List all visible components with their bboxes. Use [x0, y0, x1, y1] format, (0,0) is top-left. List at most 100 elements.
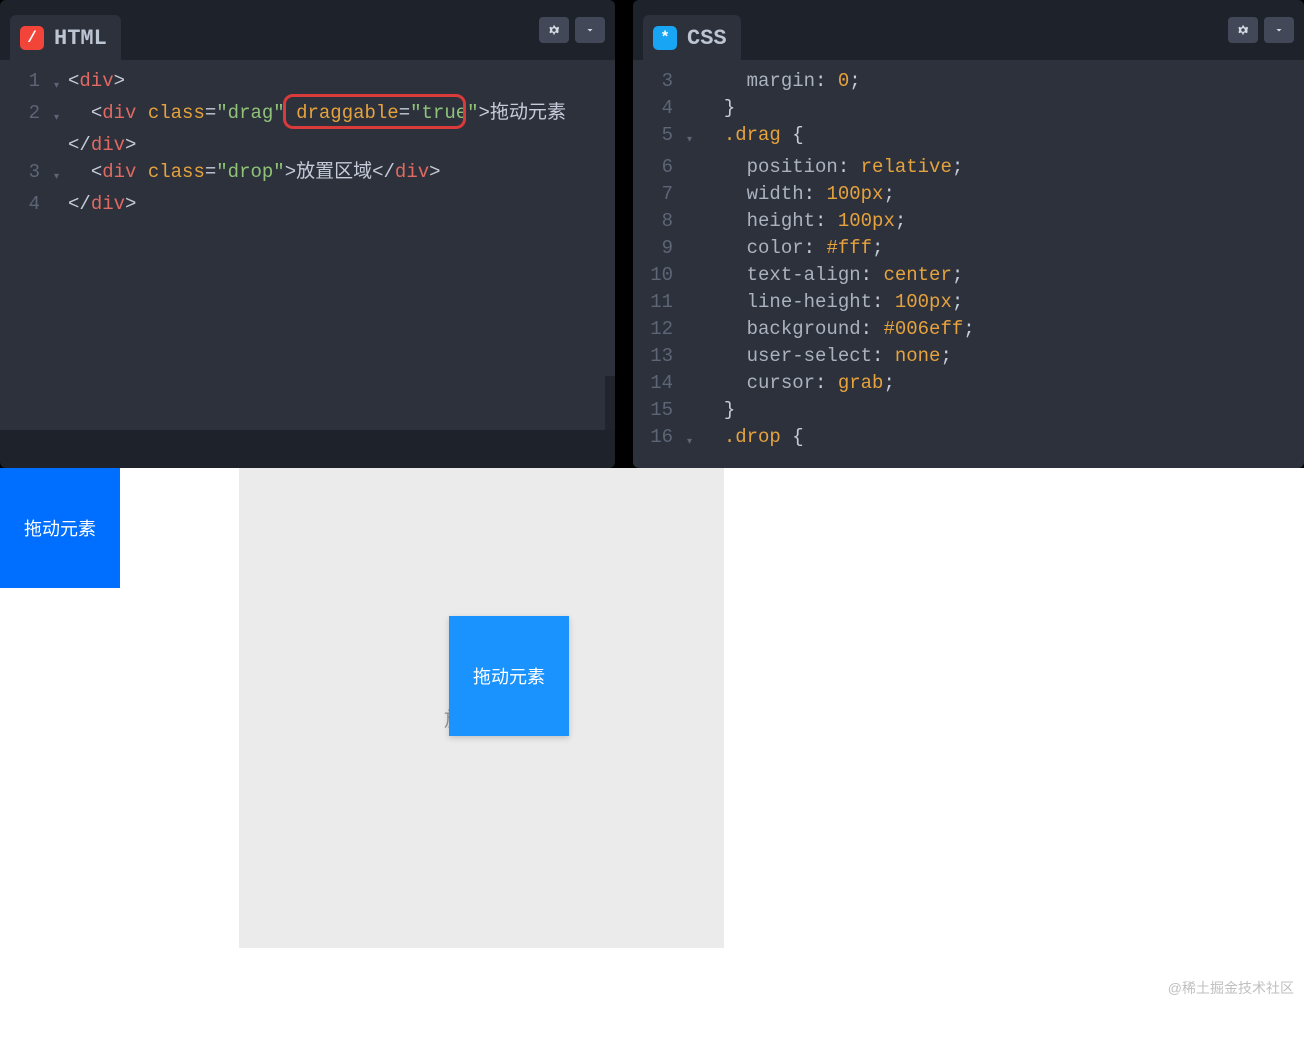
fold-caret-icon[interactable]: ▾	[54, 100, 68, 132]
html-collapse-button[interactable]	[575, 17, 605, 43]
code-line[interactable]: 4 }	[633, 95, 1304, 122]
fold-caret-icon	[54, 132, 68, 159]
fold-caret-icon[interactable]: ▾	[54, 68, 68, 100]
fold-caret-icon	[687, 316, 701, 343]
code-content[interactable]: <div class="drop">放置区域</div>	[68, 159, 441, 191]
drag-ghost-label: 拖动元素	[473, 663, 545, 689]
html-lang-icon: /	[20, 26, 44, 50]
fold-caret-icon	[687, 154, 701, 181]
code-line[interactable]: 1▾<div>	[0, 68, 615, 100]
line-number: 1	[0, 68, 54, 100]
code-content[interactable]: </div>	[68, 191, 136, 218]
fold-caret-icon	[687, 397, 701, 424]
fold-caret-icon	[687, 262, 701, 289]
line-number: 10	[633, 262, 687, 289]
html-settings-button[interactable]	[539, 17, 569, 43]
scrollbar[interactable]	[605, 376, 615, 430]
code-content[interactable]: }	[701, 95, 735, 122]
fold-caret-icon	[54, 191, 68, 218]
html-title: HTML	[54, 26, 107, 51]
code-line[interactable]: 5▾ .drag {	[633, 122, 1304, 154]
fold-caret-icon	[687, 343, 701, 370]
fold-caret-icon	[687, 208, 701, 235]
code-content[interactable]: text-align: center;	[701, 262, 963, 289]
line-number	[0, 132, 54, 159]
line-number: 9	[633, 235, 687, 262]
gear-icon	[547, 23, 561, 37]
code-line[interactable]: 6 position: relative;	[633, 154, 1304, 181]
line-number: 4	[633, 95, 687, 122]
css-title-badge[interactable]: * CSS	[643, 15, 741, 61]
line-number: 7	[633, 181, 687, 208]
fold-caret-icon	[687, 289, 701, 316]
code-line[interactable]: 2▾ <div class="drag" draggable="true">拖动…	[0, 100, 615, 132]
css-settings-button[interactable]	[1228, 17, 1258, 43]
code-content[interactable]: .drag {	[701, 122, 804, 154]
code-line[interactable]: 3 margin: 0;	[633, 68, 1304, 95]
css-editor-pane: * CSS 3 margin: 0;4 }5▾ .drag {6 positio…	[633, 0, 1304, 468]
chevron-down-icon	[584, 24, 596, 36]
line-number: 6	[633, 154, 687, 181]
fold-caret-icon[interactable]: ▾	[687, 424, 701, 456]
fold-caret-icon	[687, 181, 701, 208]
code-content[interactable]: color: #fff;	[701, 235, 883, 262]
code-line[interactable]: 13 user-select: none;	[633, 343, 1304, 370]
line-number: 12	[633, 316, 687, 343]
line-number: 3	[0, 159, 54, 191]
fold-caret-icon	[687, 235, 701, 262]
code-content[interactable]: height: 100px;	[701, 208, 906, 235]
code-content[interactable]: .drop {	[701, 424, 804, 456]
css-title: CSS	[687, 26, 727, 51]
line-number: 8	[633, 208, 687, 235]
line-number: 13	[633, 343, 687, 370]
code-line[interactable]: 15 }	[633, 397, 1304, 424]
code-content[interactable]: }	[701, 397, 735, 424]
code-content[interactable]: </div>	[68, 132, 136, 159]
line-number: 11	[633, 289, 687, 316]
code-line[interactable]: 11 line-height: 100px;	[633, 289, 1304, 316]
html-code-area[interactable]: 1▾<div>2▾ <div class="drag" draggable="t…	[0, 60, 615, 430]
preview-area: 放置区域 拖动元素 拖动元素 @稀土掘金技术社区	[0, 468, 1304, 1058]
html-editor-pane: / HTML 1▾<div>2▾ <div class="drag" dragg…	[0, 0, 615, 468]
code-content[interactable]: cursor: grab;	[701, 370, 895, 397]
drag-label: 拖动元素	[24, 515, 96, 541]
code-line[interactable]: 14 cursor: grab;	[633, 370, 1304, 397]
fold-caret-icon[interactable]: ▾	[54, 159, 68, 191]
css-collapse-button[interactable]	[1264, 17, 1294, 43]
code-content[interactable]: width: 100px;	[701, 181, 895, 208]
drag-element-origin[interactable]: 拖动元素	[0, 468, 120, 588]
code-line[interactable]: 4 </div>	[0, 191, 615, 218]
line-number: 15	[633, 397, 687, 424]
code-line[interactable]: 16▾ .drop {	[633, 424, 1304, 456]
code-line[interactable]: 10 text-align: center;	[633, 262, 1304, 289]
code-content[interactable]: position: relative;	[701, 154, 963, 181]
drag-element-ghost[interactable]: 拖动元素	[449, 616, 569, 736]
line-number: 2	[0, 100, 54, 132]
code-content[interactable]: margin: 0;	[701, 68, 861, 95]
gear-icon	[1236, 23, 1250, 37]
line-number: 14	[633, 370, 687, 397]
code-line[interactable]: 3▾ <div class="drop">放置区域</div>	[0, 159, 615, 191]
code-line[interactable]: 9 color: #fff;	[633, 235, 1304, 262]
css-lang-icon: *	[653, 26, 677, 50]
code-content[interactable]: line-height: 100px;	[701, 289, 963, 316]
line-number: 16	[633, 424, 687, 456]
fold-caret-icon	[687, 95, 701, 122]
line-number: 3	[633, 68, 687, 95]
code-line[interactable]: 12 background: #006eff;	[633, 316, 1304, 343]
code-content[interactable]: <div>	[68, 68, 125, 100]
fold-caret-icon	[687, 68, 701, 95]
css-pane-header: * CSS	[633, 0, 1304, 60]
code-line[interactable]: </div>	[0, 132, 615, 159]
css-code-area[interactable]: 3 margin: 0;4 }5▾ .drag {6 position: rel…	[633, 60, 1304, 468]
html-title-badge[interactable]: / HTML	[10, 15, 121, 61]
code-line[interactable]: 8 height: 100px;	[633, 208, 1304, 235]
code-content[interactable]: background: #006eff;	[701, 316, 975, 343]
code-content[interactable]: <div class="drag" draggable="true">拖动元素	[68, 100, 566, 132]
chevron-down-icon	[1273, 24, 1285, 36]
code-content[interactable]: user-select: none;	[701, 343, 952, 370]
fold-caret-icon[interactable]: ▾	[687, 122, 701, 154]
watermark: @稀土掘金技术社区	[1168, 978, 1294, 998]
code-line[interactable]: 7 width: 100px;	[633, 181, 1304, 208]
line-number: 4	[0, 191, 54, 218]
